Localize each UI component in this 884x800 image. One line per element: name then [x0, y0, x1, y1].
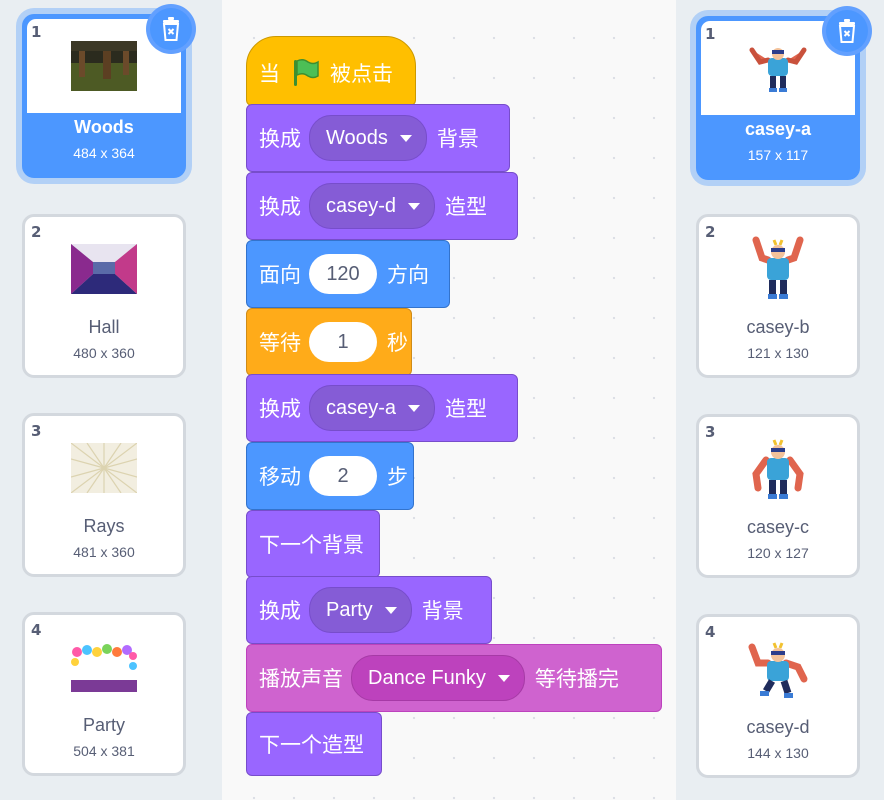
hat-prefix: 当 — [259, 62, 280, 86]
play-sound-until-done-block[interactable]: 播放声音 Dance Funky 等待播完 — [246, 644, 662, 712]
steps-input[interactable]: 2 — [309, 456, 377, 496]
costume-size: 121 x 130 — [747, 345, 809, 361]
backdrop-size: 484 x 364 — [73, 145, 135, 161]
block-label: 等待 — [259, 331, 301, 355]
backdrop-number: 1 — [31, 23, 42, 41]
block-suffix: 造型 — [445, 397, 488, 421]
sound-dropdown[interactable]: Dance Funky — [351, 655, 525, 701]
backdrop-tile-2[interactable]: 2 Hall 480 x 360 — [22, 214, 186, 378]
delete-backdrop-button[interactable] — [146, 4, 196, 54]
block-suffix: 造型 — [445, 195, 488, 219]
costume-dropdown[interactable]: casey-d — [309, 183, 436, 229]
block-suffix: 方向 — [387, 263, 429, 287]
dropdown-value: casey-d — [326, 194, 397, 217]
dropdown-value: casey-a — [326, 396, 397, 419]
backdrop-tile-4[interactable]: 4 Party 504 x 381 — [22, 612, 186, 776]
script-area[interactable]: 当 被点击 换成 Woods 背景 换成 casey-d 造型 面向 120 方… — [222, 0, 676, 800]
backdrop-tile-3[interactable]: 3 Rays 481 x 360 — [22, 413, 186, 577]
costume-size: 157 x 117 — [747, 147, 809, 163]
block-suffix: 秒 — [387, 331, 408, 355]
costume-thumbnail — [709, 423, 847, 515]
caret-down-icon — [497, 674, 510, 682]
casey-d-thumbnail-image — [748, 642, 808, 698]
caret-down-icon — [408, 404, 421, 412]
backdrop-size: 481 x 360 — [73, 544, 135, 560]
wait-seconds-block[interactable]: 等待 1 秒 — [246, 308, 412, 376]
hat-suffix: 被点击 — [330, 62, 393, 86]
switch-costume-block[interactable]: 换成 casey-d 造型 — [246, 172, 518, 240]
move-steps-block[interactable]: 移动 2 步 — [246, 442, 414, 510]
caret-down-icon — [399, 134, 412, 142]
caret-down-icon — [408, 202, 421, 210]
costume-name: casey-b — [746, 317, 810, 337]
next-costume-block[interactable]: 下一个造型 — [246, 712, 382, 776]
block-suffix: 等待播完 — [534, 667, 619, 691]
block-suffix: 步 — [387, 465, 408, 489]
costume-name: casey-d — [746, 717, 810, 737]
costume-thumbnail — [709, 623, 847, 715]
block-label: 下一个背景 — [259, 533, 364, 557]
block-label: 换成 — [259, 397, 301, 421]
costume-list-panel: 1 casey-a 157 x 117 2 casey-b 121 x 130 … — [676, 0, 884, 800]
backdrop-thumbnail — [35, 621, 173, 713]
block-suffix: 背景 — [421, 599, 464, 623]
direction-input[interactable]: 120 — [309, 254, 377, 294]
backdrop-thumbnail — [35, 223, 173, 315]
costume-tile-2[interactable]: 2 casey-b 121 x 130 — [696, 214, 860, 378]
backdrop-name: Rays — [83, 516, 125, 536]
costume-dropdown[interactable]: casey-a — [309, 385, 436, 431]
dropdown-value: Dance Funky — [368, 666, 486, 689]
hall-thumbnail-image — [71, 244, 137, 294]
backdrop-size: 504 x 381 — [73, 743, 135, 759]
block-label: 移动 — [259, 465, 301, 489]
block-label: 换成 — [259, 599, 301, 623]
block-label: 面向 — [259, 263, 301, 287]
block-label: 下一个造型 — [259, 733, 364, 757]
next-backdrop-block[interactable]: 下一个背景 — [246, 510, 380, 578]
switch-backdrop-block[interactable]: 换成 Woods 背景 — [246, 104, 510, 172]
backdrop-list-panel: 1 Woods 484 x 364 2 Hall 480 x 360 3 Ray… — [0, 0, 222, 800]
block-label: 换成 — [259, 195, 301, 219]
backdrop-name: Hall — [88, 317, 120, 337]
green-flag-icon — [294, 58, 319, 86]
backdrop-thumbnail — [35, 422, 173, 514]
trash-icon — [162, 17, 180, 41]
dropdown-value: Woods — [326, 126, 388, 149]
backdrop-size: 480 x 360 — [73, 345, 135, 361]
woods-thumbnail-image — [71, 41, 137, 91]
costume-thumbnail — [709, 223, 847, 315]
point-in-direction-block[interactable]: 面向 120 方向 — [246, 240, 450, 308]
switch-costume-block[interactable]: 换成 casey-a 造型 — [246, 374, 518, 442]
costume-name: casey-c — [746, 517, 809, 537]
block-label: 换成 — [259, 127, 301, 151]
costume-size: 120 x 127 — [747, 545, 809, 561]
costume-name: casey-a — [744, 119, 812, 139]
casey-c-thumbnail-image — [752, 439, 804, 499]
when-flag-clicked-block[interactable]: 当 被点击 — [246, 36, 416, 106]
costume-size: 144 x 130 — [747, 745, 809, 761]
switch-backdrop-block[interactable]: 换成 Party 背景 — [246, 576, 492, 644]
rays-thumbnail-image — [71, 443, 137, 493]
seconds-input[interactable]: 1 — [309, 322, 377, 362]
party-thumbnail-image — [71, 642, 137, 692]
block-suffix: 背景 — [436, 127, 479, 151]
backdrop-name: Woods — [74, 117, 134, 137]
backdrop-dropdown[interactable]: Party — [309, 587, 412, 633]
caret-down-icon — [384, 606, 397, 614]
dropdown-value: Party — [326, 598, 373, 621]
casey-a-thumbnail-image — [749, 47, 807, 92]
backdrop-dropdown[interactable]: Woods — [309, 115, 427, 161]
costume-number: 1 — [705, 25, 716, 43]
costume-tile-3[interactable]: 3 casey-c 120 x 127 — [696, 414, 860, 578]
costume-tile-4[interactable]: 4 casey-d 144 x 130 — [696, 614, 860, 778]
trash-icon — [838, 19, 856, 43]
backdrop-name: Party — [82, 715, 125, 735]
block-label: 播放声音 — [259, 667, 343, 691]
delete-costume-button[interactable] — [822, 6, 872, 56]
casey-b-thumbnail-image — [752, 236, 804, 299]
